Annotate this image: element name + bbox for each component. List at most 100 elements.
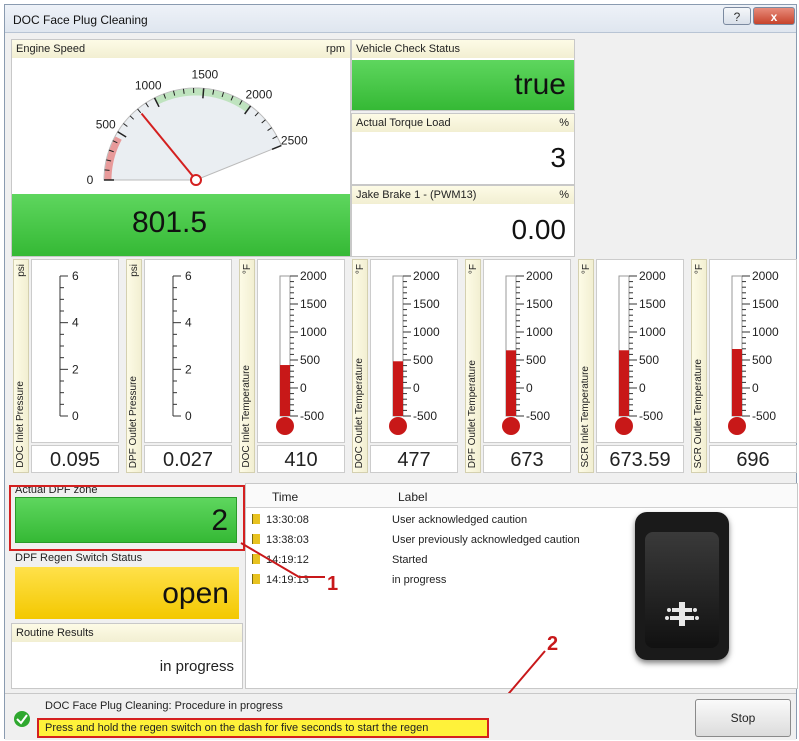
gauge-label: SCR Outlet Temperature xyxy=(693,358,704,468)
gauge-scr-outlet-temperature: °F SCR Outlet Temperature 2000 1500 1000 50… xyxy=(691,259,799,475)
gauge-tick-label: -500 xyxy=(639,409,663,423)
dial-tick-label: 2000 xyxy=(246,88,273,102)
regen-switch-value: open xyxy=(162,577,229,610)
gauge-scale: 2000 1500 1000 500 0 -500 xyxy=(370,259,458,443)
engine-speed-label: Engine Speed xyxy=(16,43,86,55)
gauge-value: 410 xyxy=(257,445,345,473)
gauge-unit: °F xyxy=(468,264,479,275)
routine-results-panel: Routine Results in progress xyxy=(11,623,243,689)
title-bar: DOC Face Plug Cleaning ? x xyxy=(5,5,796,33)
gauge-tick-label: 1500 xyxy=(752,297,779,311)
gauge-dpf-outlet-temperature: °F DPF Outlet Temperature 2000 1500 1000 50… xyxy=(465,259,573,475)
dial-tick-label: 0 xyxy=(87,173,94,187)
regen-icon xyxy=(665,602,699,626)
gauge-unit: °F xyxy=(581,264,592,275)
event-row[interactable]: 13:30:08 User acknowledged caution xyxy=(246,512,616,532)
gauge-label: DPF Outlet Pressure xyxy=(128,375,139,468)
engine-speed-value: 801.5 xyxy=(132,206,208,239)
gauge-label: DOC Inlet Pressure xyxy=(15,381,26,468)
jake-brake-label: Jake Brake 1 - (PWM13) xyxy=(356,189,477,201)
gauge-side-label: psi DPF Outlet Pressure xyxy=(126,259,142,473)
gauge-scale: 2000 1500 1000 500 0 -500 xyxy=(483,259,571,443)
gauge-tick-label: -500 xyxy=(752,409,776,423)
regen-switch-panel: DPF Regen Switch Status open xyxy=(11,549,243,623)
gauge-side-label: psi DOC Inlet Pressure xyxy=(13,259,29,473)
gauge-tick-label: 2 xyxy=(72,362,79,376)
torque-load-unit: % xyxy=(559,117,569,129)
thermometer-fill xyxy=(506,350,516,416)
dial-hub xyxy=(190,174,202,186)
gauge-scr-inlet-temperature: °F SCR Inlet Temperature 2000 1500 1000 500… xyxy=(578,259,686,475)
gauge-label: DPF Outlet Temperature xyxy=(467,359,478,468)
help-button[interactable]: ? xyxy=(723,7,751,25)
col-time-header[interactable]: Time xyxy=(272,490,298,504)
gauge-doc-inlet-pressure: psi DOC Inlet Pressure 6 4 2 0 0.095 xyxy=(13,259,121,475)
gauge-tick-label: 0 xyxy=(72,409,79,423)
gauge-value: 673 xyxy=(483,445,571,473)
gauge-tick-label: 500 xyxy=(300,353,320,367)
gauge-tick-label: 1000 xyxy=(639,325,666,339)
window-title: DOC Face Plug Cleaning xyxy=(13,13,148,27)
gauge-unit: psi xyxy=(129,264,140,277)
jake-brake-panel: Jake Brake 1 - (PWM13)% 0.00 xyxy=(351,185,575,257)
gauge-label: DOC Inlet Temperature xyxy=(241,365,252,468)
status-line-2: Press and hold the regen switch on the d… xyxy=(45,722,429,734)
vehicle-check-label: Vehicle Check Status xyxy=(352,40,574,58)
gauge-value: 673.59 xyxy=(596,445,684,473)
gauge-label: SCR Inlet Temperature xyxy=(580,366,591,468)
dialog-window: DOC Face Plug Cleaning ? x Engine Speed r… xyxy=(4,4,799,740)
gauge-scale: 6 4 2 0 xyxy=(31,259,119,443)
gauge-tick-label: 500 xyxy=(752,353,772,367)
callout-box-1 xyxy=(9,485,245,551)
gauge-value: 477 xyxy=(370,445,458,473)
jake-brake-unit: % xyxy=(559,189,569,201)
gauge-tick-label: 0 xyxy=(413,381,420,395)
gauge-tick-label: 0 xyxy=(300,381,307,395)
dial-tick xyxy=(182,88,185,94)
gauge-value: 0.027 xyxy=(144,445,232,473)
event-label: User acknowledged caution xyxy=(392,514,528,526)
vehicle-check-value: true xyxy=(514,68,566,101)
engine-speed-dial: 0 500 1000 1500 2000 2500 xyxy=(87,67,308,187)
gauge-value: 0.095 xyxy=(31,445,119,473)
event-label: Started xyxy=(392,554,428,566)
gauge-tick-label: 1000 xyxy=(752,325,779,339)
regen-switch-label: DPF Regen Switch Status xyxy=(15,552,143,564)
close-button[interactable]: x xyxy=(753,7,795,25)
regen-switch-image xyxy=(635,512,729,660)
check-icon xyxy=(14,711,30,727)
gauge-tick-label: 1500 xyxy=(639,297,666,311)
col-label-header[interactable]: Label xyxy=(398,490,427,504)
thermometer-fill xyxy=(280,365,290,416)
engine-speed-value-box: 801.5 xyxy=(12,194,350,256)
thermometer-bulb xyxy=(502,417,520,435)
gauge-doc-inlet-temperature: °F DOC Inlet Temperature 2000 1500 1000 500… xyxy=(239,259,347,475)
gauge-tick-label: 0 xyxy=(526,381,533,395)
dial-tick-label: 2500 xyxy=(281,133,308,147)
torque-load-panel: Actual Torque Load% 3 xyxy=(351,113,575,185)
gauge-tick-label: 500 xyxy=(639,353,659,367)
gauge-value: 696 xyxy=(709,445,797,473)
gauge-tick-label: 1000 xyxy=(526,325,553,339)
engine-speed-panel: Engine Speed rpm 0 500 1000 1500 2000 2500 801… xyxy=(11,39,351,257)
gauge-tick-label: 0 xyxy=(185,409,192,423)
gauge-tick-label: 1500 xyxy=(526,297,553,311)
gauge-tick-label: 2 xyxy=(185,362,192,376)
status-line-1: DOC Face Plug Cleaning: Procedure in pro… xyxy=(45,700,283,712)
gauge-tick-label: 2000 xyxy=(752,269,779,283)
gauge-side-label: °F DOC Inlet Temperature xyxy=(239,259,255,473)
status-bar: DOC Face Plug Cleaning: Procedure in pro… xyxy=(5,693,796,740)
dial-tick-label: 1500 xyxy=(192,67,219,81)
thermometer-bulb xyxy=(615,417,633,435)
gauge-tick-label: 1500 xyxy=(413,297,440,311)
gauge-tick-label: 500 xyxy=(413,353,433,367)
dial-tick xyxy=(104,169,110,171)
stop-button[interactable]: Stop xyxy=(695,699,791,737)
thermometer-bulb xyxy=(276,417,294,435)
gauge-tick-label: 6 xyxy=(185,269,192,283)
gauge-tick-label: 6 xyxy=(72,269,79,283)
thermometer-fill xyxy=(393,361,403,416)
gauge-tick-label: 500 xyxy=(526,353,546,367)
torque-load-value: 3 xyxy=(550,142,566,173)
gauge-scale: 6 4 2 0 xyxy=(144,259,232,443)
